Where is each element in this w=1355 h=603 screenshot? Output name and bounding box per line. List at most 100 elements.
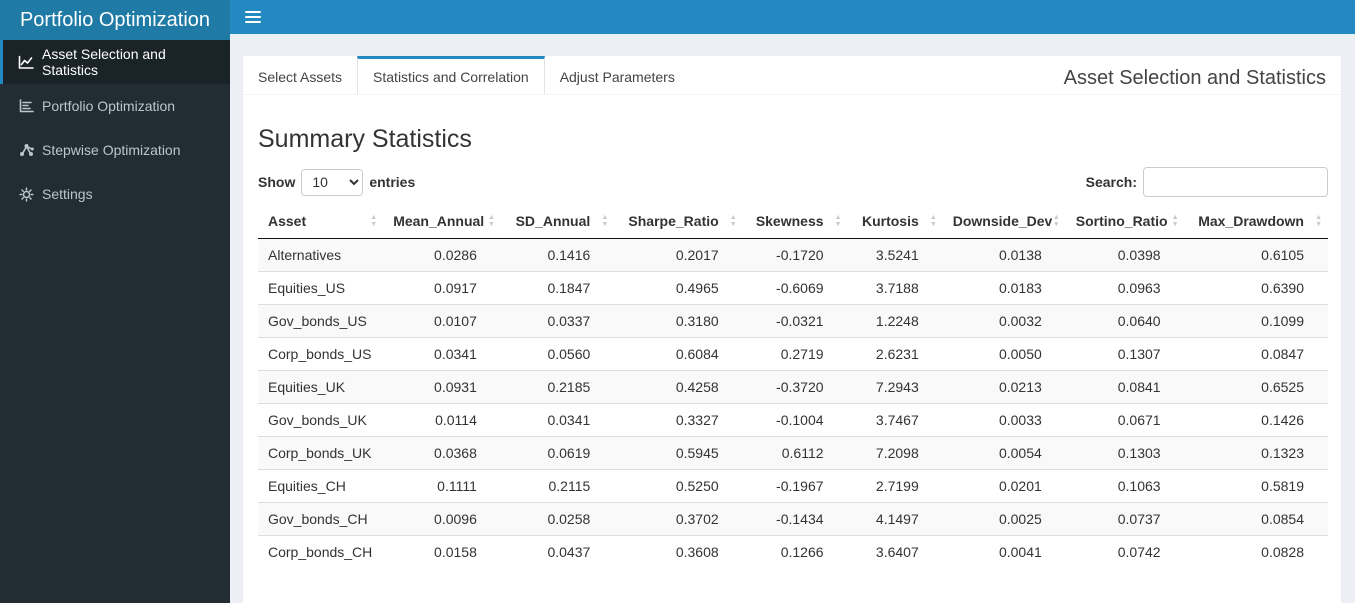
- sort-icon[interactable]: ▲ ▼: [930, 214, 937, 228]
- entries-label: entries: [369, 174, 416, 190]
- search-input[interactable]: [1143, 167, 1328, 197]
- app-logo[interactable]: Portfolio Optimization: [0, 0, 230, 40]
- tab-select-assets[interactable]: Select Assets: [243, 56, 357, 94]
- column-header-sharpe_ratio[interactable]: Sharpe_Ratio ▲ ▼: [614, 204, 743, 239]
- value-cell: 0.5945: [614, 436, 743, 470]
- sort-icon[interactable]: ▲ ▼: [1053, 214, 1060, 228]
- value-cell: 0.0107: [383, 304, 501, 338]
- sort-icon[interactable]: ▲ ▼: [488, 214, 495, 228]
- value-cell: 3.5241: [875, 247, 919, 263]
- value-cell: 3.6407: [847, 535, 943, 568]
- table-header-row: Asset ▲ ▼ Mean_Annual ▲ ▼ SD_Annual ▲ ▼ Sharpe_Ra…: [258, 204, 1328, 239]
- tab-statistics-and-correlation[interactable]: Statistics and Correlation: [357, 56, 545, 94]
- sidebar-item-settings[interactable]: Settings: [0, 172, 230, 216]
- value-cell: 0.0341: [500, 403, 615, 437]
- sidebar-item-stepwise-optimization[interactable]: Stepwise Optimization: [0, 128, 230, 172]
- value-cell: 0.0640: [1065, 304, 1185, 338]
- sidebar-item-label: Portfolio Optimization: [42, 98, 176, 114]
- value-cell: 0.0096: [383, 502, 501, 536]
- value-cell: 0.0050: [942, 337, 1066, 371]
- column-header-downside_dev[interactable]: Downside_Dev ▲ ▼: [942, 204, 1066, 239]
- value-cell: 0.0213: [942, 370, 1066, 404]
- page-length-select[interactable]: 10: [301, 168, 364, 196]
- datatable-controls: Show 10 entries Search:: [258, 167, 1328, 197]
- tabbox-title: Asset Selection and Statistics: [1063, 66, 1326, 89]
- column-header-kurtosis[interactable]: Kurtosis ▲ ▼: [847, 204, 943, 239]
- value-cell: 0.0742: [1065, 535, 1185, 568]
- sidebar-item-label: Asset Selection and Statistics: [42, 46, 166, 78]
- value-cell: 0.1323: [1184, 436, 1328, 470]
- show-label: Show: [258, 174, 296, 190]
- search-control: Search:: [1086, 167, 1328, 197]
- sort-icon[interactable]: ▲ ▼: [1172, 214, 1179, 228]
- value-cell: 0.4258: [614, 370, 743, 404]
- value-cell: 1.2248: [847, 304, 943, 338]
- value-cell: 0.2115: [500, 469, 615, 503]
- table-row: Equities_CH 0.1111 0.2115 0.5250 -0.1967 2.71…: [258, 469, 1328, 503]
- asset-cell: Gov_bonds_US: [258, 304, 384, 338]
- app-window: Portfolio Optimization Asset Selection a…: [0, 0, 1355, 603]
- value-cell: 0.3180: [614, 304, 743, 338]
- value-cell: 0.6525: [1184, 370, 1328, 404]
- sidebar-item-asset-selection[interactable]: Asset Selection and Statistics: [0, 40, 230, 84]
- value-cell: 0.0337: [500, 304, 615, 338]
- sidebar-item-label: Stepwise Optimization: [42, 142, 181, 158]
- tab-bar: Select Assets Statistics and Correlation…: [243, 56, 1341, 95]
- value-cell: 0.0963: [1065, 271, 1185, 305]
- asset-cell: Gov_bonds_CH: [258, 502, 384, 536]
- tab-adjust-parameters[interactable]: Adjust Parameters: [545, 56, 690, 94]
- value-cell: -0.3720: [742, 370, 848, 404]
- value-cell: -0.1004: [742, 403, 848, 437]
- value-cell: 0.1266: [742, 535, 848, 568]
- sidebar-item-label: Settings: [42, 186, 93, 202]
- value-cell: 3.7188: [847, 271, 943, 305]
- asset-cell: Corp_bonds_CH: [258, 535, 384, 568]
- table-row: Equities_US 0.0917 0.1847 0.4965 -0.6069 3.71…: [258, 271, 1328, 305]
- value-cell: 0.0025: [942, 502, 1066, 536]
- value-cell: 0.6084: [614, 337, 743, 371]
- table-row: Corp_bonds_CH 0.0158 0.0437 0.3608 0.1266 3.6…: [258, 535, 1328, 568]
- table-row: Gov_bonds_UK 0.0114 0.0341 0.3327 -0.1004 3.7…: [258, 403, 1328, 437]
- value-cell: 0.0931: [383, 370, 501, 404]
- value-cell: 0.6390: [1184, 271, 1328, 305]
- column-header-max_drawdown[interactable]: Max_Drawdown ▲ ▼: [1184, 204, 1328, 239]
- value-cell: -0.1720: [776, 247, 824, 263]
- value-cell: 7.2098: [847, 436, 943, 470]
- value-cell: 0.3608: [614, 535, 743, 568]
- value-cell: -0.0321: [742, 304, 848, 338]
- sort-icon[interactable]: ▲ ▼: [370, 214, 377, 228]
- column-header-sd_annual[interactable]: SD_Annual ▲ ▼: [500, 204, 615, 239]
- sort-icon[interactable]: ▲ ▼: [601, 214, 608, 228]
- content-area: Select Assets Statistics and Correlation…: [230, 34, 1355, 603]
- value-cell: 0.1063: [1065, 469, 1185, 503]
- value-cell: 0.1111: [383, 469, 501, 503]
- value-cell: 0.0158: [383, 535, 501, 568]
- summary-statistics-table: Asset ▲ ▼ Mean_Annual ▲ ▼ SD_Annual ▲ ▼ Sharpe_Ra…: [258, 204, 1328, 568]
- value-cell: 0.0619: [500, 436, 615, 470]
- asset-cell: Alternatives: [268, 247, 342, 263]
- value-cell: 0.2017: [675, 247, 719, 263]
- value-cell: -0.1434: [742, 502, 848, 536]
- table-row: Gov_bonds_US 0.0107 0.0337 0.3180 -0.0321 1.2…: [258, 304, 1328, 338]
- value-cell: 0.1847: [500, 271, 615, 305]
- sidebar-item-portfolio-optimization[interactable]: Portfolio Optimization: [0, 84, 230, 128]
- value-cell: 0.0033: [942, 403, 1066, 437]
- column-header-sortino_ratio[interactable]: Sortino_Ratio ▲ ▼: [1065, 204, 1185, 239]
- column-header-mean_annual[interactable]: Mean_Annual ▲ ▼: [383, 204, 501, 239]
- value-cell: 0.2719: [742, 337, 848, 371]
- sort-icon[interactable]: ▲ ▼: [835, 214, 842, 228]
- column-header-asset[interactable]: Asset ▲ ▼: [258, 204, 384, 239]
- value-cell: 0.0917: [383, 271, 501, 305]
- value-cell: 0.0201: [942, 469, 1066, 503]
- value-cell: 0.0398: [1117, 247, 1161, 263]
- hamburger-icon: [244, 11, 261, 13]
- sort-icon[interactable]: ▲ ▼: [1315, 214, 1322, 228]
- value-cell: 7.2943: [847, 370, 943, 404]
- sidebar-toggle-button[interactable]: [230, 0, 275, 34]
- value-cell: 0.4965: [614, 271, 743, 305]
- sort-icon[interactable]: ▲ ▼: [730, 214, 737, 228]
- column-header-skewness[interactable]: Skewness ▲ ▼: [742, 204, 848, 239]
- value-cell: 0.2185: [500, 370, 615, 404]
- value-cell: 0.5819: [1184, 469, 1328, 503]
- value-cell: 0.1099: [1184, 304, 1328, 338]
